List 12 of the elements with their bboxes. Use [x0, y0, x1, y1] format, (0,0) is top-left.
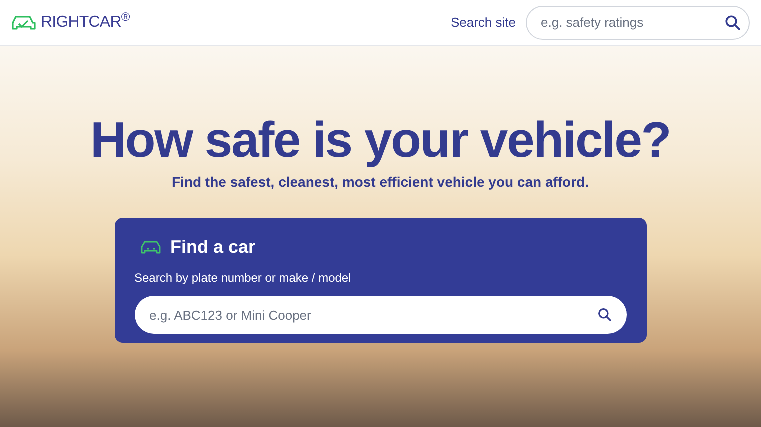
hero-subtitle: Find the safest, cleanest, most efficient vehicle you can afford.	[172, 173, 589, 192]
car-search-field[interactable]: e.g. ABC123 or Mini Cooper	[134, 296, 626, 334]
finder-title: Find a car	[170, 236, 256, 259]
search-site-label: Search site	[450, 14, 516, 32]
finder-hint: Search by plate number or make / model	[134, 270, 352, 287]
logo-wordmark[interactable]: RIGHTCAR$^{®}$	[41, 10, 130, 34]
search-icon[interactable]	[724, 14, 742, 32]
hero-title: How safe is your vehicle?	[90, 112, 671, 168]
car-icon	[140, 240, 160, 255]
search-icon[interactable]	[596, 307, 612, 323]
car-check-logo-icon	[11, 14, 37, 32]
site-search-field[interactable]: e.g. safety ratings	[526, 6, 750, 40]
